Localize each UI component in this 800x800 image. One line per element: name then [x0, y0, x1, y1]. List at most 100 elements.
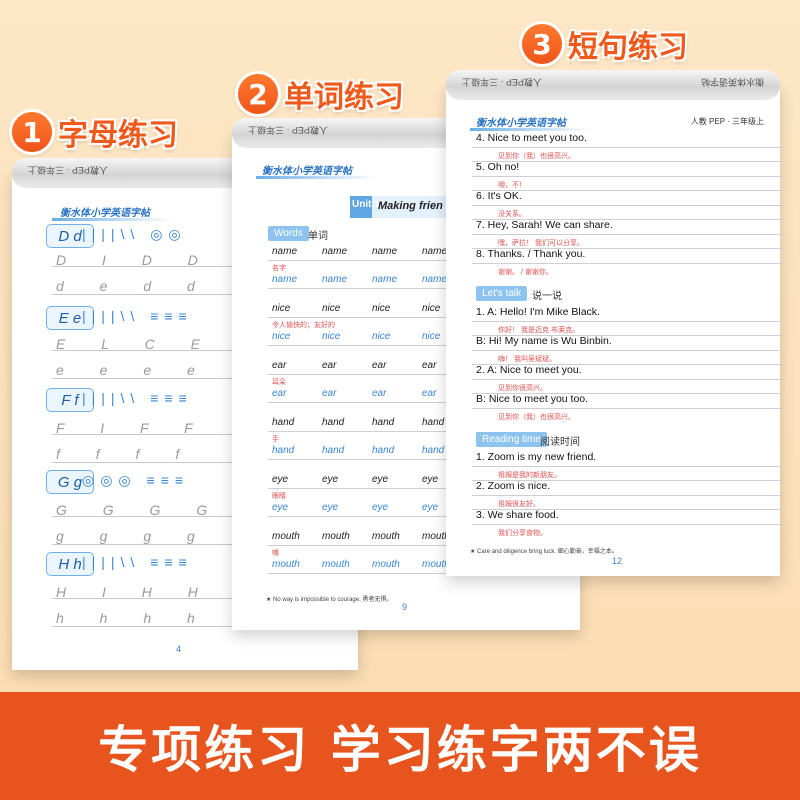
sentence-line: 4. Nice to meet you too.	[476, 132, 587, 144]
sentence-translation: 嘿，萨拉！ 我们可以分享。	[498, 240, 584, 247]
sentence-line: 2. A: Nice to meet you.	[476, 364, 582, 376]
word-row-trace: hand hand hand hand	[272, 445, 445, 456]
brand-title: 衡水体小学英语字帖	[60, 208, 150, 219]
trace-row: H I H H	[56, 584, 214, 600]
sentence-line: B: Nice to meet you too.	[476, 393, 589, 405]
sentence-translation: 我们分享食物。	[498, 530, 547, 537]
page-roll: 人教PEP · 三年级上 衡水体英语字帖	[446, 70, 780, 100]
word-row-model: nice nice nice nice	[272, 303, 441, 314]
word-row-trace: eye eye eye eye	[272, 502, 439, 513]
unit-number: Unit 1	[352, 199, 380, 210]
word-meaning: 耳朵	[272, 379, 286, 386]
heading-sentences: 3 短句练习	[522, 22, 688, 66]
word-meaning: 令人愉快的；友好的	[272, 322, 335, 329]
sentence-line: 2. Zoom is nice.	[476, 480, 551, 492]
trace-row-lower: d e d d	[56, 278, 211, 294]
guide-line	[472, 321, 784, 322]
word-row-model: hand hand hand hand	[272, 417, 445, 428]
sentence-translation: 谢谢。 / 谢谢你。	[498, 269, 553, 276]
sentence-line: 1. Zoom is my new friend.	[476, 451, 597, 463]
guide-line	[472, 524, 784, 525]
guide-line	[472, 350, 784, 351]
trace-row: E L C E	[56, 336, 216, 352]
talk-tag: Let's talk	[476, 286, 528, 301]
page-number: 9	[402, 602, 408, 612]
guide-line	[472, 408, 784, 409]
trace-row-lower: h h h h	[56, 610, 211, 626]
page-number: 12	[612, 556, 623, 566]
guide-line	[472, 205, 784, 206]
word-row-model: ear ear ear ear	[272, 360, 437, 371]
stroke-practice: ||||\\ ≡≡≡	[82, 390, 193, 406]
trace-row-lower: g g g g	[56, 528, 211, 544]
stroke-practice: ◎◎◎ ≡≡≡	[82, 472, 190, 488]
word-row-trace: mouth mouth mouth mouth	[272, 559, 450, 570]
page-footer: ★ No way is impossible to courage. 勇者无惧。	[266, 597, 393, 603]
brand-title: 衡水体小学英语字帖	[476, 118, 566, 129]
guide-line	[472, 466, 784, 467]
word-meaning: 眼睛	[272, 493, 286, 500]
number-badge: 1	[12, 112, 52, 152]
guide-line	[472, 495, 784, 496]
sentence-translation: 祖姆是我的新朋友。	[498, 472, 561, 479]
trace-row-lower: e e e e	[56, 362, 211, 378]
guide-line	[472, 263, 784, 264]
banner-text: 专项练习 学习练字两不误	[98, 721, 702, 779]
stroke-practice: ||||\\ ◎◎	[82, 226, 187, 242]
brand-bar	[52, 218, 172, 221]
heading-words: 2 单词练习	[238, 72, 404, 116]
brand-bar	[256, 176, 376, 179]
word-row-trace: ear ear ear ear	[272, 388, 437, 399]
sentence-line: 3. We share food.	[476, 509, 559, 521]
sentence-translation: 嗨！ 我叫吴斌斌。	[498, 356, 556, 363]
trace-row: G G G G	[56, 502, 224, 518]
trace-row-lower: f f f f	[56, 446, 196, 462]
reading-tag-cn: 阅读时间	[540, 437, 580, 448]
word-row-model: eye eye eye eye	[272, 474, 439, 485]
sentence-translation: 没关系。	[498, 211, 526, 218]
brand-bar	[470, 128, 590, 131]
word-row-trace: nice nice nice nice	[272, 331, 441, 342]
grade-label: 人教 PEP · 三年级上	[690, 117, 764, 126]
guide-line	[472, 176, 784, 177]
trace-row: D I D D	[56, 252, 214, 268]
trace-row: F I F F	[56, 420, 209, 436]
words-tag: Words	[268, 226, 309, 241]
heading-letters: 1 字母练习	[12, 110, 178, 154]
roll-text: 衡水体英语字帖	[700, 77, 764, 87]
sentence-translation: 见到你（我）也很高兴。	[498, 414, 575, 421]
sentence-line: 8. Thanks. / Thank you.	[476, 248, 586, 260]
word-meaning: 手	[272, 436, 279, 443]
guide-line	[472, 234, 784, 235]
roll-text: 人教PEP · 三年级上	[28, 165, 108, 175]
stroke-practice: ||||\\ ≡≡≡	[82, 554, 193, 570]
word-meaning: 嘴	[272, 550, 279, 557]
guide-line	[472, 379, 784, 380]
word-row-model: name name name name	[272, 246, 448, 257]
word-row-model: mouth mouth mouth mouth	[272, 531, 450, 542]
page-sentence-practice: 人教PEP · 三年级上 衡水体英语字帖 衡水体小学英语字帖 人教 PEP · 三…	[446, 70, 784, 576]
number-badge: 2	[238, 74, 278, 114]
word-row-trace: name name name name	[272, 274, 448, 285]
sentence-translation: 见到你（我）也很高兴。	[498, 153, 575, 160]
heading-text: 单词练习	[284, 80, 404, 115]
sentence-line: 1. A: Hello! I'm Mike Black.	[476, 306, 600, 318]
words-tag-cn: 单词	[308, 231, 328, 242]
word-meaning: 名字	[272, 265, 286, 272]
page-footer: ★ Care and diligence bring luck. 细心勤奋，幸福…	[470, 549, 618, 555]
guide-line	[472, 147, 784, 148]
stroke-practice: ||||\\ ≡≡≡	[82, 308, 193, 324]
sentence-line: 7. Hey, Sarah! We can share.	[476, 219, 613, 231]
sentence-line: 5. Oh no!	[476, 161, 520, 173]
number-badge: 3	[522, 24, 562, 64]
brand-title: 衡水体小学英语字帖	[262, 166, 352, 177]
page-number: 4	[176, 644, 182, 654]
sentence-translation: 见到你很高兴。	[498, 385, 547, 392]
roll-text: 人教PEP · 三年级上	[248, 125, 328, 135]
heading-text: 短句练习	[568, 30, 688, 65]
talk-tag-cn: 说一说	[532, 291, 562, 302]
sentence-translation: 噢，不！	[498, 182, 526, 189]
sentence-translation: 祖姆很友好。	[498, 501, 540, 508]
bottom-banner: 专项练习 学习练字两不误	[0, 692, 800, 800]
sentence-translation: 你好！ 我是迈克·布莱克。	[498, 327, 580, 334]
